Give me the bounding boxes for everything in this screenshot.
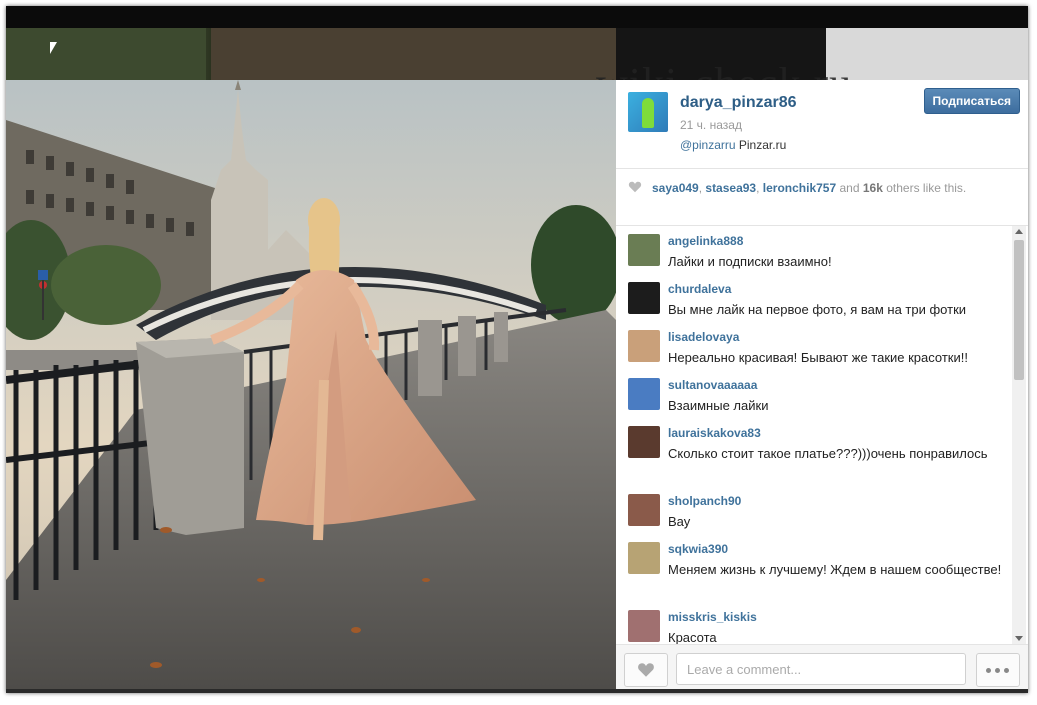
dot-icon xyxy=(1004,668,1009,673)
comment-text: Взаимные лайки xyxy=(668,398,769,413)
commenter-avatar[interactable] xyxy=(628,282,660,314)
likes-text: saya049, stasea93, leronchik757 and 16k … xyxy=(652,181,967,195)
post-timestamp[interactable]: 21 ч. назад xyxy=(680,118,742,132)
liker-link[interactable]: saya049 xyxy=(652,181,699,195)
comment-username[interactable]: sqkwia390 xyxy=(668,542,728,556)
comment-input[interactable] xyxy=(676,653,966,685)
comment-text: Вау xyxy=(668,514,691,529)
commenter-avatar[interactable] xyxy=(628,426,660,458)
scrollbar-thumb[interactable] xyxy=(1014,240,1024,380)
comment-username[interactable]: lauraiskakova83 xyxy=(668,426,761,440)
comments-list: angelinka888 Лайки и подписки взаимно! c… xyxy=(616,226,1012,644)
commenter-avatar[interactable] xyxy=(628,542,660,574)
caption-text: Pinzar.ru xyxy=(735,138,787,152)
heart-icon xyxy=(628,181,642,193)
comment-text: Лайки и подписки взаимно! xyxy=(668,254,832,269)
post-username[interactable]: darya_pinzar86 xyxy=(680,94,797,112)
comment-text: Нереально красивая! Бывают же такие крас… xyxy=(668,350,968,365)
commenter-avatar[interactable] xyxy=(628,234,660,266)
comment-footer xyxy=(616,644,1028,690)
photo-illustration xyxy=(6,80,616,689)
comments-scrollbar[interactable] xyxy=(1012,226,1026,644)
dot-icon xyxy=(986,668,991,673)
lightbox-frame: wiki-check.ru xyxy=(6,6,1028,693)
commenter-avatar[interactable] xyxy=(628,494,660,526)
comment-username[interactable]: misskris_kiskis xyxy=(668,610,757,624)
like-button[interactable] xyxy=(624,653,668,687)
likes-summary: saya049, stasea93, leronchik757 and 16k … xyxy=(616,169,1028,226)
commenter-avatar[interactable] xyxy=(628,610,660,642)
post-caption: @pinzarru Pinzar.ru xyxy=(680,138,786,152)
commenter-avatar[interactable] xyxy=(628,378,660,410)
scroll-up-arrow-icon[interactable] xyxy=(1015,229,1023,234)
scroll-down-arrow-icon[interactable] xyxy=(1015,636,1023,641)
top-bar xyxy=(6,6,1028,28)
post-side-panel: darya_pinzar86 21 ч. назад @pinzarru Pin… xyxy=(616,80,1028,690)
liker-link[interactable]: stasea93 xyxy=(705,181,756,195)
caption-mention-link[interactable]: @pinzarru xyxy=(680,138,736,152)
commenter-avatar[interactable] xyxy=(628,330,660,362)
heart-icon xyxy=(638,663,654,677)
user-avatar-icon[interactable] xyxy=(628,92,668,132)
comment-username[interactable]: lisadelovaya xyxy=(668,330,739,344)
comment-text: Вы мне лайк на первое фото, я вам на три… xyxy=(668,302,967,317)
comment-username[interactable]: churdaleva xyxy=(668,282,731,296)
comment-text: Красота xyxy=(668,630,717,644)
follow-button[interactable]: Подписаться xyxy=(923,88,1020,114)
liker-link[interactable]: leronchik757 xyxy=(763,181,836,195)
mouse-cursor-icon xyxy=(50,42,57,54)
more-options-button[interactable] xyxy=(976,653,1020,687)
comment-text: Сколько стоит такое платье???)))очень по… xyxy=(668,446,988,461)
post-header: darya_pinzar86 21 ч. назад @pinzarru Pin… xyxy=(616,80,1028,169)
likes-count[interactable]: 16k xyxy=(863,181,883,195)
comment-text: Меняем жизнь к лучшему! Ждем в нашем соо… xyxy=(668,562,1002,577)
background-photo-strip: wiki-check.ru xyxy=(6,28,1028,108)
comment-username[interactable]: sultanovaaaaaa xyxy=(668,378,757,392)
comment-username[interactable]: sholpanch90 xyxy=(668,494,741,508)
post-photo[interactable] xyxy=(6,80,616,689)
comment-username[interactable]: angelinka888 xyxy=(668,234,743,248)
bottom-strip xyxy=(6,689,1028,693)
dot-icon xyxy=(995,668,1000,673)
